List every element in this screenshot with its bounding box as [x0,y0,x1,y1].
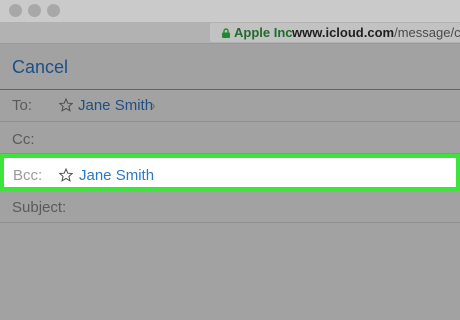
to-label: To: [12,97,33,114]
cancel-button[interactable]: Cancel [12,57,68,78]
lock-icon [222,28,230,38]
url-path: /message/cu [394,25,460,40]
star-icon[interactable] [59,98,73,112]
bcc-label: Bcc: [13,167,43,184]
subject-divider [0,222,460,223]
chevron-right-icon: › [151,97,156,113]
to-divider [0,121,460,122]
window-titlebar [0,0,460,22]
url-text[interactable]: www.icloud.com/message/cu [292,25,460,40]
zoom-window-button[interactable] [47,4,60,17]
star-icon[interactable] [59,168,73,182]
cc-label: Cc: [12,131,35,148]
minimize-window-button[interactable] [28,4,41,17]
bcc-field-row[interactable]: Bcc: Jane Smith [0,154,460,191]
url-domain: www.icloud.com [292,25,395,40]
close-window-button[interactable] [9,4,22,17]
header-divider [0,89,460,90]
to-recipient-token[interactable]: Jane Smith [78,97,153,114]
subject-label: Subject: [12,199,67,216]
url-organization: Apple Inc. [234,25,297,40]
bcc-recipient-token[interactable]: Jane Smith [79,167,154,184]
